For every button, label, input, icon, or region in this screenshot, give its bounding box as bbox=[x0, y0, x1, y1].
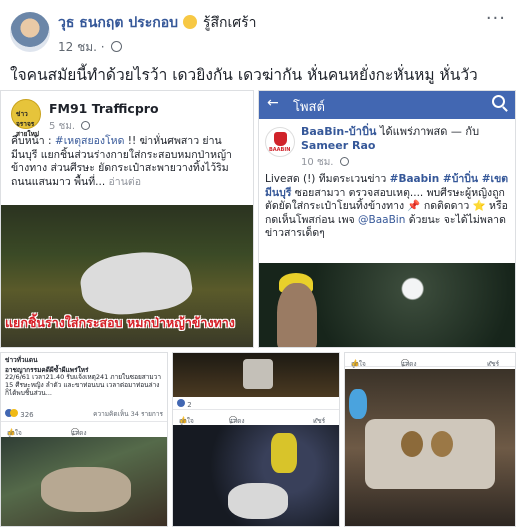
search-icon[interactable] bbox=[492, 95, 505, 108]
author-line: วุธ ธนกฤต ประกอบ รู้สึกเศร้า bbox=[58, 12, 257, 34]
sad-reaction-icon bbox=[10, 409, 18, 417]
sack-shape bbox=[228, 483, 288, 519]
like-reaction-icon bbox=[177, 399, 185, 407]
mobile-topbar: ← โพสต์ bbox=[259, 91, 515, 119]
text-prefix: คืบหน้า : bbox=[11, 135, 55, 147]
share-label: แชร์ bbox=[487, 360, 500, 368]
sack-shape bbox=[41, 467, 131, 512]
scene-photo[interactable]: แยกชิ้นร่างใส่กระสอบ หมกป่าหญ้าข้างทาง bbox=[1, 205, 253, 347]
page-name[interactable]: FM91 Trafficpro bbox=[49, 101, 159, 116]
tagged-name[interactable]: Sameer Rao bbox=[301, 139, 375, 152]
action-bar: 👍 ถูกใจ 💬 แสดงความคิดเห็น bbox=[1, 421, 167, 467]
page-name[interactable]: BaaBin-บ้าบิ่น bbox=[301, 125, 376, 138]
see-more-link[interactable]: อ่านต่อ bbox=[109, 176, 142, 188]
globe-icon bbox=[339, 157, 349, 166]
author-avatar[interactable] bbox=[10, 12, 50, 52]
globe-icon bbox=[81, 121, 91, 130]
photo-caption: แยกชิ้นร่างใส่กระสอบ หมกป่าหญ้าข้างทาง bbox=[5, 315, 235, 330]
more-options-icon[interactable]: ··· bbox=[486, 8, 506, 29]
top-photo[interactable] bbox=[173, 353, 339, 397]
night-scene-photo[interactable] bbox=[173, 425, 339, 526]
fm91-logo[interactable]: ข่าวจราจร สายใหม่ bbox=[11, 99, 41, 138]
post-text: ใจคนสมัยนี้ทำด้วยไรว้า เดวยิงกัน เดวฆ่าก… bbox=[10, 66, 478, 84]
object-shape bbox=[431, 431, 453, 457]
officer-shape bbox=[271, 433, 297, 473]
reactions[interactable]: 2 bbox=[177, 399, 192, 409]
phone-shape bbox=[243, 359, 273, 389]
covered-object bbox=[77, 245, 195, 321]
action-bar: 👍 ถูกใจ 💬 แสดงความคิดเห็น ↗ แชร์ bbox=[173, 409, 339, 455]
evidence-photo[interactable] bbox=[345, 369, 515, 526]
cloth-shape bbox=[365, 419, 495, 489]
post-time: 10 ชม. bbox=[301, 155, 349, 170]
feeling-label: รู้สึกเศร้า bbox=[202, 15, 257, 31]
photo-grid: ข่าวจราจร สายใหม่ FM91 Trafficpro 5 ชม. … bbox=[0, 90, 520, 527]
back-arrow-icon[interactable]: ← bbox=[267, 95, 279, 111]
comment-stats[interactable]: ความคิดเห็น 34 รายการ bbox=[93, 409, 163, 419]
reactions[interactable]: 326 bbox=[5, 409, 34, 419]
glove-shape bbox=[349, 389, 367, 419]
scene-photo[interactable] bbox=[1, 437, 167, 526]
mention-link[interactable]: @BaaBin bbox=[358, 214, 405, 226]
screenshot-news-post[interactable]: ข่าวทั่วแดน อาชญากรรมคดีผีซ้ำผีแพร่ใหร่ … bbox=[0, 352, 168, 527]
screenshot-evidence-post[interactable]: 👍 ถูกใจ 💬 แสดงความคิดเห็น ↗ แชร์ bbox=[344, 352, 516, 527]
reaction-count: 2 bbox=[187, 401, 192, 409]
shared-post-text: คืบหน้า : #เหตุสยองโหด !! ฆ่าหั่นศพสาว ย… bbox=[11, 135, 247, 189]
text-part-1: Liveสด (!) ทีมตระเวนข่าว bbox=[265, 173, 390, 185]
shared-post-fm91[interactable]: ข่าวจราจร สายใหม่ FM91 Trafficpro 5 ชม. … bbox=[0, 90, 254, 348]
live-video-photo[interactable] bbox=[259, 263, 515, 347]
object-shape bbox=[401, 431, 423, 457]
news-heading: ข่าวทั่วแดน อาชญากรรมคดีผีซ้ำผีแพร่ใหร่ bbox=[5, 356, 89, 374]
globe-icon[interactable] bbox=[111, 41, 123, 52]
post-meta: 12 ชม. · bbox=[58, 38, 123, 57]
post-header: วุธ ธนกฤต ประกอบ รู้สึกเศร้า 12 ชม. · ··… bbox=[0, 0, 520, 62]
header-rest: ได้แพร่ภาพสด — กับ bbox=[376, 125, 480, 138]
separator-dot: · bbox=[100, 40, 105, 54]
reaction-count: 326 bbox=[20, 411, 34, 419]
shared-post-baabin[interactable]: ← โพสต์ BAABIN BaaBin-บ้าบิ่น ได้แพร่ภาพ… bbox=[258, 90, 516, 348]
like-label: ถูกใจ bbox=[351, 360, 366, 368]
post-time: 5 ชม. bbox=[49, 119, 91, 134]
post-header-text: BaaBin-บ้าบิ่น ได้แพร่ภาพสด — กับ Sameer… bbox=[301, 125, 511, 153]
news-text: 22/6/61 เวลา21.40 รับแจ้งเหตุ241 ภายในซอ… bbox=[5, 373, 161, 397]
topbar-title: โพสต์ bbox=[293, 100, 325, 115]
baabin-logo[interactable]: BAABIN bbox=[265, 127, 295, 157]
person-shape bbox=[277, 283, 317, 347]
action-bar: 👍 ถูกใจ 💬 แสดงความคิดเห็น ↗ แชร์ bbox=[345, 353, 515, 398]
screenshot-photo-post[interactable]: 2 👍 ถูกใจ 💬 แสดงความคิดเห็น ↗ แชร์ bbox=[172, 352, 340, 527]
post-time[interactable]: 12 ชม. bbox=[58, 40, 97, 54]
author-name[interactable]: วุธ ธนกฤต ประกอบ bbox=[58, 15, 178, 31]
hashtag-link[interactable]: #เหตุสยองโหด bbox=[55, 135, 125, 147]
time-text: 10 ชม. bbox=[301, 157, 334, 168]
logo-text: BAABIN bbox=[269, 147, 291, 153]
shared-post-text: Liveสด (!) ทีมตระเวนข่าว #Baabin #บ้าบิ่… bbox=[265, 173, 513, 241]
time-text: 5 ชม. bbox=[49, 121, 76, 132]
sad-face-icon bbox=[183, 15, 198, 29]
